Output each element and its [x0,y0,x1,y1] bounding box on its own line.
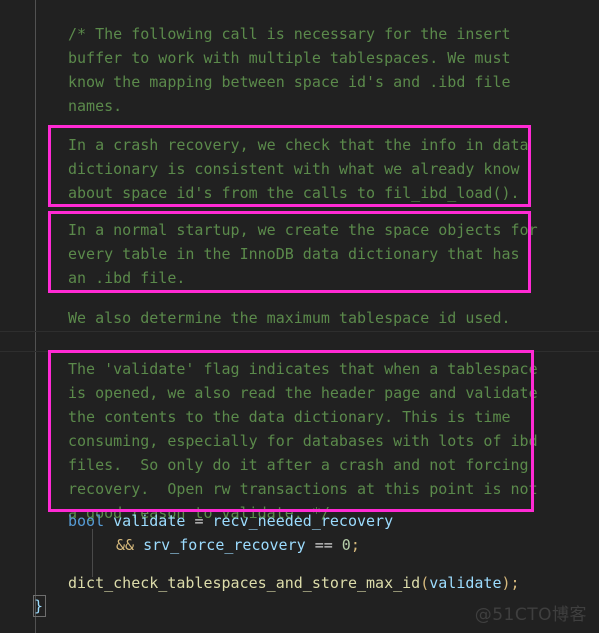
code-editor-view: /* The following call is necessary for t… [0,0,599,633]
highlighted-comment-line: recovery. Open rw transactions at this p… [68,480,538,498]
code-content: /* The following call is necessary for t… [0,0,599,633]
comment-line: know the mapping between space id's and … [68,73,511,91]
keyword-bool: bool [68,512,105,530]
semicolon: ; [350,536,360,554]
code-line-and-condition: && srv_force_recovery == 0; [116,533,360,557]
code-line-function-call: dict_check_tablespaces_and_store_max_id(… [68,571,520,595]
function-name: dict_check_tablespaces_and_store_max_id [68,574,421,592]
comment-line: We also determine the maximum tablespace… [68,309,511,327]
assign-operator: = [194,512,213,530]
watermark: @51CTO博客 [474,605,587,625]
comment-line: names. [68,97,123,115]
highlighted-comment-line: about space id's from the calls to fil_i… [68,184,520,202]
highlighted-comment-line: files. So only do it after a crash and n… [68,456,529,474]
highlighted-comment-line: The 'validate' flag indicates that when … [68,360,538,378]
code-line-bool-declaration: bool validate = recv_needed_recovery [68,509,393,533]
comment-line: buffer to work with multiple tablespaces… [68,49,511,67]
logical-and-operator: && [116,536,135,554]
comment-line: /* The following call is necessary for t… [68,25,511,43]
semicolon: ; [510,574,520,592]
paren-open: ( [420,574,430,592]
indent-guide [92,529,93,577]
highlighted-comment-line: In a normal startup, we create the space… [68,221,538,239]
identifier-recv-needed-recovery: recv_needed_recovery [212,512,394,530]
highlighted-comment-line: an .ibd file. [68,269,186,287]
identifier-validate: validate [104,512,195,530]
equality-operator: == [314,536,342,554]
highlighted-comment-line: the contents to the data dictionary. Thi… [68,408,511,426]
highlighted-comment-line: consuming, especially for databases with… [68,432,538,450]
highlighted-comment-line: every table in the InnoDB data dictionar… [68,245,520,263]
highlighted-comment-line: dictionary is consistent with what we al… [68,160,520,178]
highlighted-comment-line: In a crash recovery, we check that the i… [68,136,529,154]
argument-validate: validate [429,574,502,592]
paren-close: ) [501,574,511,592]
identifier-srv-force-recovery: srv_force_recovery [134,536,315,554]
highlighted-comment-line: is opened, we also read the header page … [68,384,538,402]
literal-zero: 0 [341,536,351,554]
brace-match-highlight [33,595,46,617]
